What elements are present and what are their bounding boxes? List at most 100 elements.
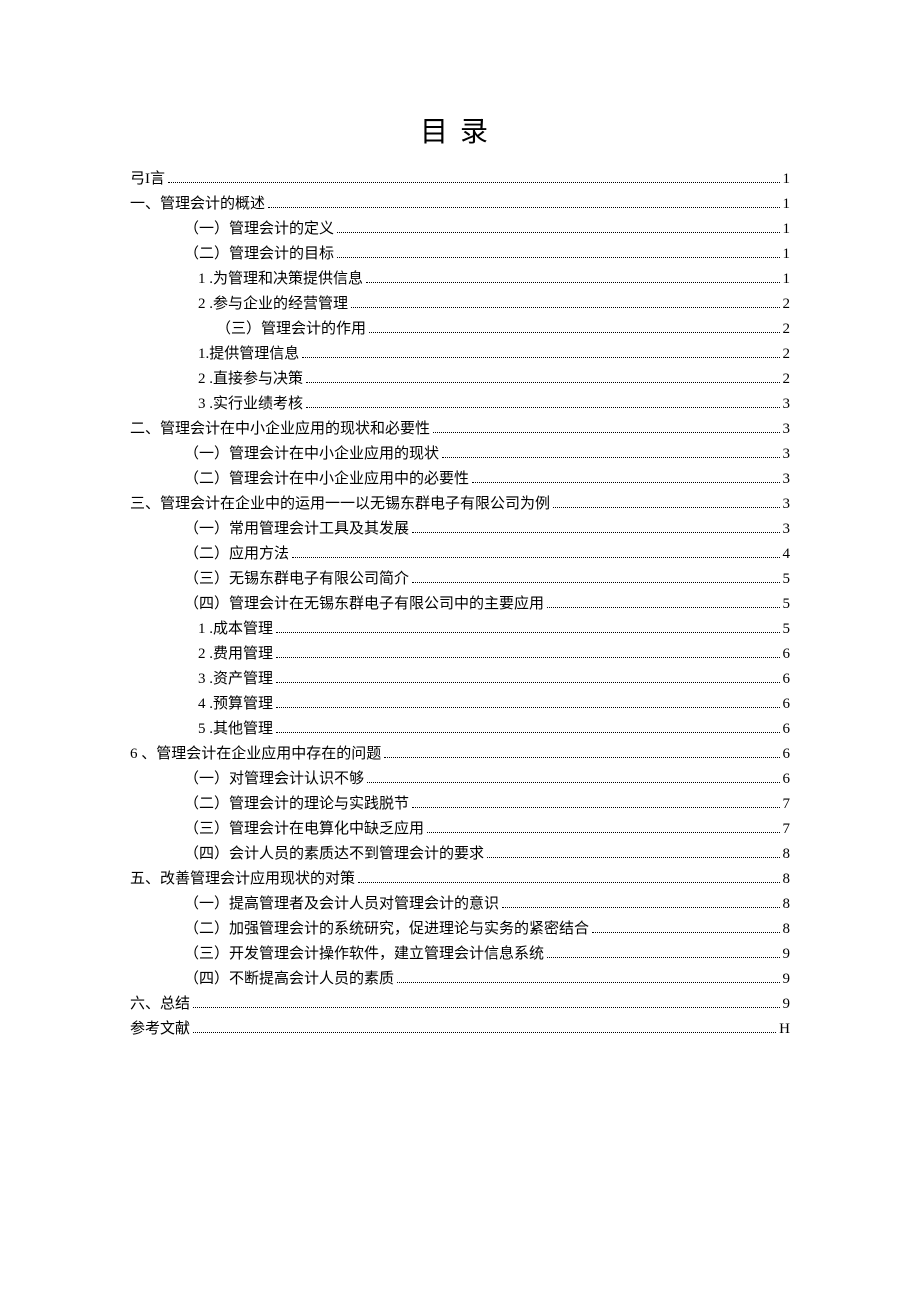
toc-leader-dots [292,557,779,558]
toc-entry: 3 .实行业绩考核 3 [130,397,790,412]
toc-entry-text: 2 .费用管理 [198,647,273,662]
toc-entry-page: 5 [783,622,791,637]
toc-entry-page: 6 [783,697,791,712]
toc-entry: 1 .成本管理 5 [130,622,790,637]
toc-entry-text: 1.提供管理信息 [198,347,299,362]
toc-entry-text: （二）管理会计的目标 [184,247,334,262]
toc-entry: 六、总结9 [130,997,790,1012]
toc-entry-text: （二）加强管理会计的系统研究，促进理论与实务的紧密结合 [184,922,589,937]
toc-entry-page: 9 [783,947,791,962]
toc-entry: 五、改善管理会计应用现状的对策8 [130,872,790,887]
toc-entry-page: 6 [783,722,791,737]
toc-entry-text: 4 .预算管理 [198,697,273,712]
toc-entry-text: 三、管理会计在企业中的运用一一以无锡东群电子有限公司为例 [130,497,550,512]
toc-entry: 三、管理会计在企业中的运用一一以无锡东群电子有限公司为例3 [130,497,790,512]
toc-leader-dots [276,632,779,633]
toc-leader-dots [337,232,779,233]
toc-leader-dots [472,482,779,483]
toc-entry-text: （三）管理会计的作用 [216,322,366,337]
toc-entry-text: 6 、管理会计在企业应用中存在的问题 [130,747,381,762]
toc-entry-text: 3 .实行业绩考核 [198,397,303,412]
toc-entry: 5 .其他管理 6 [130,722,790,737]
toc-entry-page: 6 [783,772,791,787]
toc-entry: （二）管理会计的理论与实践脱节 7 [130,797,790,812]
toc-entry-page: 1 [783,197,791,212]
toc-entry-text: （一）对管理会计认识不够 [184,772,364,787]
toc-entry: （二）应用方法4 [130,547,790,562]
toc-leader-dots [487,857,779,858]
toc-leader-dots [427,832,779,833]
toc-entry: （一）管理会计的定义1 [130,222,790,237]
toc-entry-page: 8 [783,897,791,912]
toc-entry: （三）无锡东群电子有限公司简介5 [130,572,790,587]
toc-entry-text: （一）提高管理者及会计人员对管理会计的意识 [184,897,499,912]
toc-entry-page: 6 [783,747,791,762]
toc-leader-dots [351,307,779,308]
toc-entry-text: 一、管理会计的概述 [130,197,265,212]
toc-entry: 一、管理会计的概述 1 [130,197,790,212]
toc-entry: 6 、管理会计在企业应用中存在的问题 6 [130,747,790,762]
toc-entry-text: （二）应用方法 [184,547,289,562]
toc-entry-text: 2 .直接参与决策 [198,372,303,387]
toc-entry-text: （二）管理会计的理论与实践脱节 [184,797,409,812]
toc-entry-text: 5 .其他管理 [198,722,273,737]
toc-entry-text: 弓I言 [130,172,165,187]
toc-entry: （四）会计人员的素质达不到管理会计的要求8 [130,847,790,862]
toc-leader-dots [276,707,779,708]
toc-entry-page: 7 [783,797,791,812]
toc-entry-text: （一）管理会计在中小企业应用的现状 [184,447,439,462]
toc-entry-page: 3 [783,447,791,462]
toc-leader-dots [193,1032,776,1033]
toc-leader-dots [302,357,779,358]
toc-entry-page: H [779,1022,790,1037]
toc-entry-text: 二、管理会计在中小企业应用的现状和必要性 [130,422,430,437]
toc-entry-page: 5 [783,597,791,612]
toc-leader-dots [366,282,779,283]
toc-entry-page: 8 [783,922,791,937]
toc-entry: （三）开发管理会计操作软件，建立管理会计信息系统 9 [130,947,790,962]
toc-entry-text: （二）管理会计在中小企业应用中的必要性 [184,472,469,487]
toc-leader-dots [547,607,779,608]
toc-entry-text: （四）不断提高会计人员的素质 [184,972,394,987]
toc-entry-page: 6 [783,672,791,687]
toc-entry-page: 2 [783,297,791,312]
toc-leader-dots [306,382,779,383]
toc-leader-dots [193,1007,779,1008]
page-title: 目录 [130,110,790,150]
toc-entry: （四）管理会计在无锡东群电子有限公司中的主要应用5 [130,597,790,612]
toc-leader-dots [268,207,779,208]
toc-leader-dots [358,882,779,883]
toc-entry-text: 1 .成本管理 [198,622,273,637]
toc-entry-text: 2 .参与企业的经营管理 [198,297,348,312]
toc-entry-page: 9 [783,997,791,1012]
toc-entry: 弓I言1 [130,172,790,187]
toc-leader-dots [276,657,779,658]
toc-entry-text: （一）常用管理会计工具及其发展 [184,522,409,537]
toc-entry: （三）管理会计在电算化中缺乏应用 7 [130,822,790,837]
toc-entry-page: 5 [783,572,791,587]
toc-entry-text: 3 .资产管理 [198,672,273,687]
toc-leader-dots [433,432,779,433]
toc-entry-text: （三）管理会计在电算化中缺乏应用 [184,822,424,837]
toc-entry: 参考文献H [130,1022,790,1037]
toc-leader-dots [276,732,779,733]
toc-entry: （四）不断提高会计人员的素质9 [130,972,790,987]
toc-entry: 1 .为管理和决策提供信息1 [130,272,790,287]
toc-leader-dots [412,532,779,533]
toc-entry-text: （三）开发管理会计操作软件，建立管理会计信息系统 [184,947,544,962]
toc-leader-dots [384,757,779,758]
toc-entry: 二、管理会计在中小企业应用的现状和必要性3 [130,422,790,437]
toc-entry-page: 1 [783,247,791,262]
toc-entry: （二）管理会计在中小企业应用中的必要性 3 [130,472,790,487]
toc-entry-page: 7 [783,822,791,837]
toc-entry: 2 .直接参与决策 2 [130,372,790,387]
toc-entry: （三）管理会计的作用 2 [130,322,790,337]
toc-entry-page: 8 [783,847,791,862]
toc-entry: 2 .参与企业的经营管理 2 [130,297,790,312]
toc-entry-page: 2 [783,347,791,362]
toc-entry-page: 6 [783,647,791,662]
toc-leader-dots [442,457,779,458]
toc-entry-page: 3 [783,472,791,487]
toc-entry-page: 2 [783,322,791,337]
toc-entry-page: 3 [783,522,791,537]
